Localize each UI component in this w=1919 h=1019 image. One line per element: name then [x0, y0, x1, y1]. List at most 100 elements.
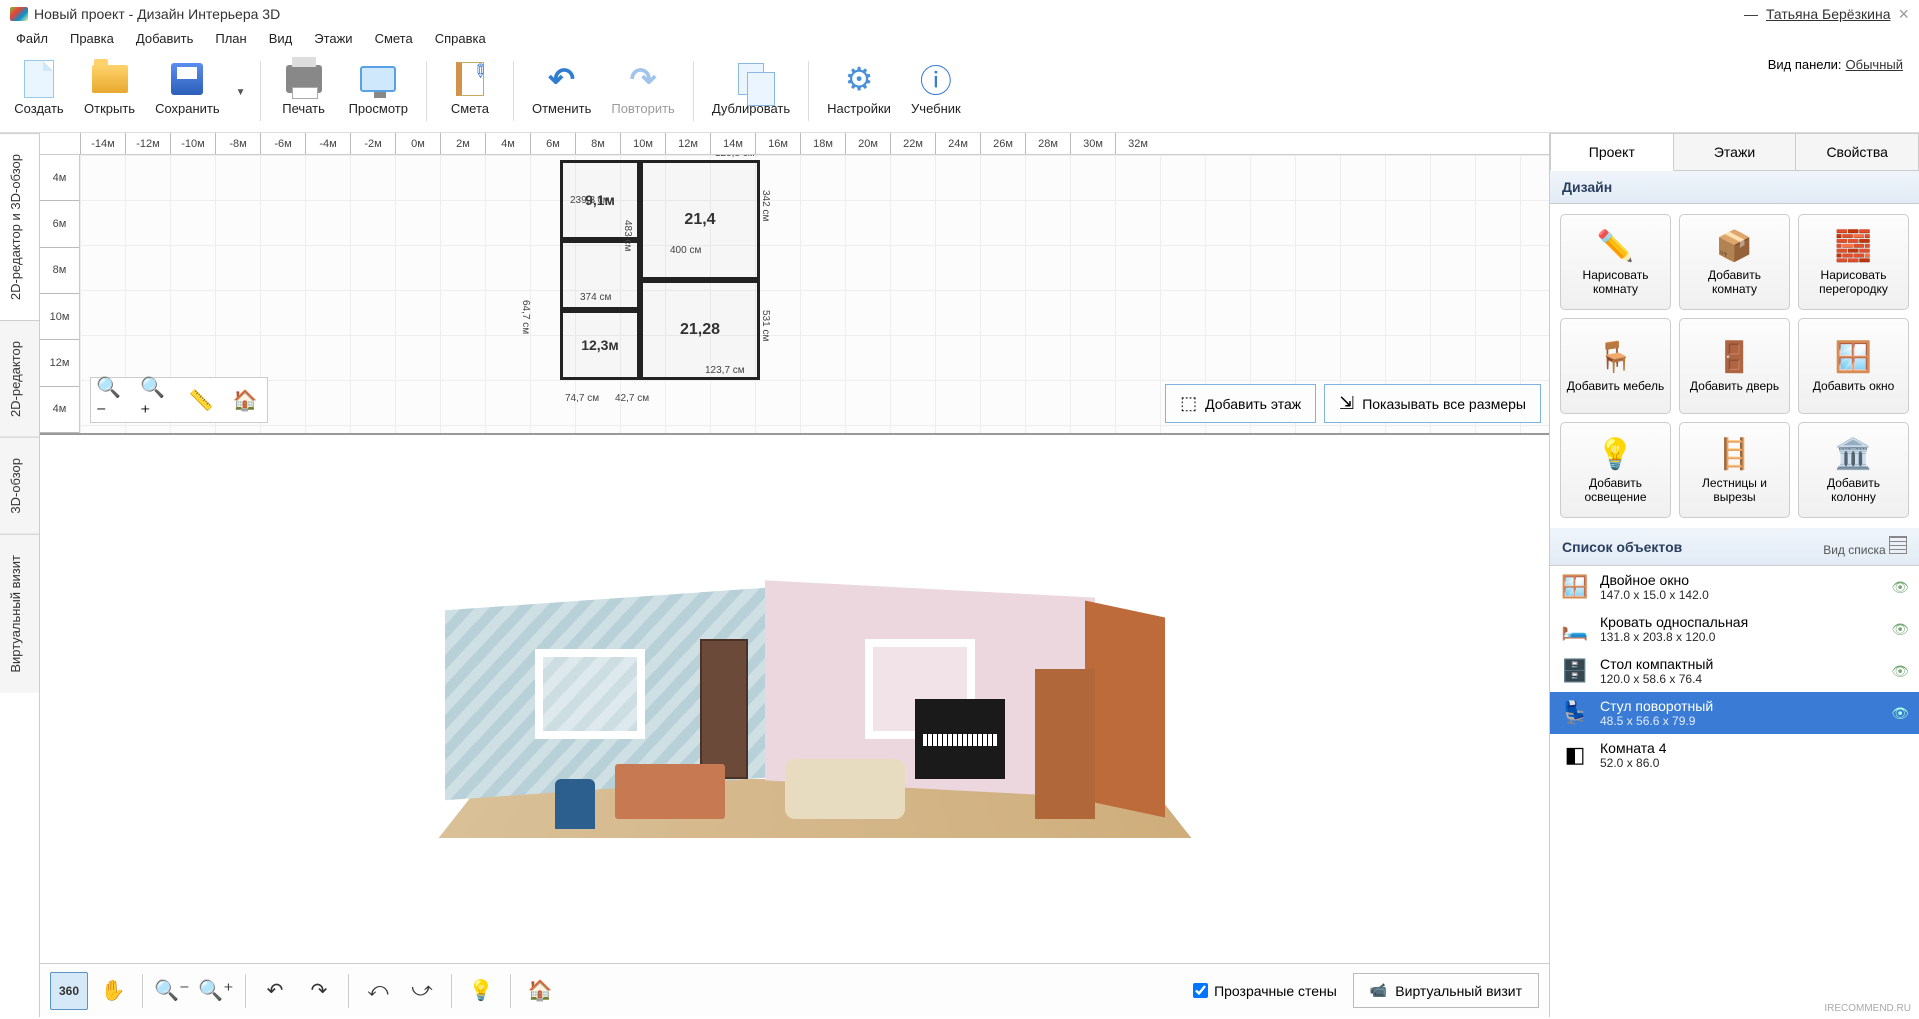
add-door-button[interactable]: 🚪Добавить дверь [1679, 318, 1790, 414]
side-tab-2d[interactable]: 2D-редактор [0, 320, 39, 437]
draw-partition-button[interactable]: 🧱Нарисовать перегородку [1798, 214, 1909, 310]
object-item-bed[interactable]: 🛏️ Кровать односпальная131.8 x 203.8 x 1… [1550, 608, 1919, 650]
door-icon: 🚪 [1716, 339, 1753, 375]
home-view-button[interactable]: 🏠 [227, 382, 263, 418]
pencil-room-icon: ✏️ [1597, 228, 1634, 264]
zoom-in-button[interactable]: 🔍⁺ [139, 382, 175, 418]
undo-button[interactable]: ↶Отменить [522, 57, 601, 127]
add-lighting-button[interactable]: 💡Добавить освещение [1560, 422, 1671, 518]
side-tab-3d[interactable]: 3D-обзор [0, 437, 39, 534]
object-item-room[interactable]: ◧ Комната 452.0 x 86.0 [1550, 734, 1919, 776]
zoom-in-3d-button[interactable]: 🔍⁺ [197, 972, 235, 1010]
measure-button[interactable]: 📏 [183, 382, 219, 418]
door-object [700, 639, 748, 779]
transparent-walls-checkbox[interactable]: Прозрачные стены [1193, 983, 1337, 999]
menu-file[interactable]: Файл [6, 28, 58, 49]
new-button[interactable]: Создать [4, 57, 74, 127]
scene-3d [445, 579, 1145, 859]
duplicate-button[interactable]: Дублировать [702, 57, 800, 127]
lightbulb-icon: 💡 [1597, 436, 1634, 472]
object-item-window[interactable]: 🪟 Двойное окно147.0 x 15.0 x 142.0 👁 [1550, 566, 1919, 608]
pan-button[interactable]: ✋ [94, 972, 132, 1010]
visibility-icon[interactable]: 👁 [1891, 621, 1909, 638]
camera-icon: 📹 [1370, 982, 1387, 999]
rotate-left-button[interactable]: ↶ [256, 972, 294, 1010]
show-dimensions-button[interactable]: ⇲Показывать все размеры [1324, 384, 1541, 423]
virtual-visit-button[interactable]: 📹Виртуальный визит [1353, 973, 1539, 1008]
watermark: IRECOMMEND.RU [1820, 1002, 1915, 1015]
new-file-icon [24, 60, 54, 98]
menu-help[interactable]: Справка [425, 28, 496, 49]
ruler-horizontal: -14м-12м-10м-8м-6м-4м-2м0м2м4м6м8м10м12м… [40, 133, 1549, 155]
menu-plan[interactable]: План [205, 28, 256, 49]
chair-item-icon: 💺 [1560, 698, 1590, 728]
visibility-icon[interactable]: 👁 [1891, 705, 1909, 722]
gear-icon: ⚙ [839, 59, 879, 99]
save-dropdown-icon[interactable]: ▼ [230, 87, 252, 98]
tab-floors[interactable]: Этажи [1674, 133, 1797, 171]
lighting-button[interactable]: 💡 [462, 972, 500, 1010]
menu-add[interactable]: Добавить [126, 28, 203, 49]
side-tab-2d-3d[interactable]: 2D-редактор и 3D-обзор [0, 133, 39, 320]
open-button[interactable]: Открыть [74, 57, 145, 127]
menu-floors[interactable]: Этажи [304, 28, 362, 49]
list-view-icon[interactable] [1889, 536, 1907, 554]
redo-button[interactable]: ↷Повторить [601, 57, 684, 127]
view-2d-canvas[interactable]: 9,1м 21,4 12,3м 21,28 400 см 374 см 483 … [80, 155, 1549, 433]
add-room-button[interactable]: 📦Добавить комнату [1679, 214, 1790, 310]
print-button[interactable]: Печать [269, 57, 339, 127]
add-furniture-button[interactable]: 🪑Добавить мебель [1560, 318, 1671, 414]
table-item-icon: 🗄️ [1560, 656, 1590, 686]
settings-button[interactable]: ⚙Настройки [817, 57, 901, 127]
menu-estimate[interactable]: Смета [365, 28, 423, 49]
add-column-button[interactable]: 🏛️Добавить колонну [1798, 422, 1909, 518]
side-view-tabs: 2D-редактор и 3D-обзор 2D-редактор 3D-об… [0, 133, 40, 1017]
bulb-icon: 💡 [469, 978, 494, 1003]
home-3d-button[interactable]: 🏠 [521, 972, 559, 1010]
orbit-360-button[interactable]: 360 [50, 972, 88, 1010]
user-name[interactable]: Татьяна Берёзкина [1766, 6, 1891, 22]
preview-button[interactable]: Просмотр [339, 57, 418, 127]
tilt-up-button[interactable]: ⤺ [359, 972, 397, 1010]
add-floor-button[interactable]: ⬚Добавить этаж [1165, 384, 1316, 423]
object-item-chair[interactable]: 💺 Стул поворотный48.5 x 56.6 x 79.9 👁 [1550, 692, 1919, 734]
tab-properties[interactable]: Свойства [1796, 133, 1919, 171]
folder-open-icon [92, 65, 128, 93]
panel-mode-link[interactable]: Обычный [1846, 57, 1903, 72]
right-panel: Проект Этажи Свойства Дизайн ✏️Нарисоват… [1549, 133, 1919, 1017]
visibility-icon[interactable]: 👁 [1891, 579, 1909, 596]
menu-view[interactable]: Вид [259, 28, 303, 49]
add-window-button[interactable]: 🪟Добавить окно [1798, 318, 1909, 414]
save-button[interactable]: Сохранить [145, 57, 230, 127]
window-item-icon: 🪟 [1560, 572, 1590, 602]
dimensions-icon: ⇲ [1339, 393, 1354, 414]
app-title: Новый проект - Дизайн Интерьера 3D [34, 6, 280, 22]
duplicate-icon [738, 63, 764, 95]
tab-project[interactable]: Проект [1550, 133, 1674, 171]
wardrobe-object [1035, 669, 1095, 819]
tutorial-button[interactable]: ⓘУчебник [901, 57, 971, 127]
stairs-cutouts-button[interactable]: 🪜Лестницы и вырезы [1679, 422, 1790, 518]
sofa-object [785, 759, 905, 819]
printer-icon [286, 65, 322, 93]
side-tab-vr[interactable]: Виртуальный визит [0, 534, 39, 693]
window-close-icon[interactable]: × [1898, 4, 1909, 25]
estimate-button[interactable]: Смета [435, 57, 505, 127]
zoom-out-3d-button[interactable]: 🔍⁻ [153, 972, 191, 1010]
draw-room-button[interactable]: ✏️Нарисовать комнату [1560, 214, 1671, 310]
view-3d-canvas[interactable] [40, 435, 1549, 963]
window-object [535, 649, 645, 739]
object-item-table[interactable]: 🗄️ Стол компактный120.0 x 58.6 x 76.4 👁 [1550, 650, 1919, 692]
menu-edit[interactable]: Правка [60, 28, 124, 49]
chair-object [555, 779, 595, 829]
armchair-icon: 🪑 [1597, 339, 1634, 375]
zoom-out-button[interactable]: 🔍⁻ [95, 382, 131, 418]
rotate-right-button[interactable]: ↷ [300, 972, 338, 1010]
visibility-icon[interactable]: 👁 [1891, 663, 1909, 680]
object-list: 🪟 Двойное окно147.0 x 15.0 x 142.0 👁 🛏️ … [1550, 566, 1919, 1017]
undo-icon: ↶ [542, 59, 582, 99]
redo-icon: ↷ [623, 59, 663, 99]
bed-item-icon: 🛏️ [1560, 614, 1590, 644]
floor-plan[interactable]: 9,1м 21,4 12,3м 21,28 400 см 374 см 483 … [560, 160, 770, 405]
tilt-down-button[interactable]: ⤻ [403, 972, 441, 1010]
